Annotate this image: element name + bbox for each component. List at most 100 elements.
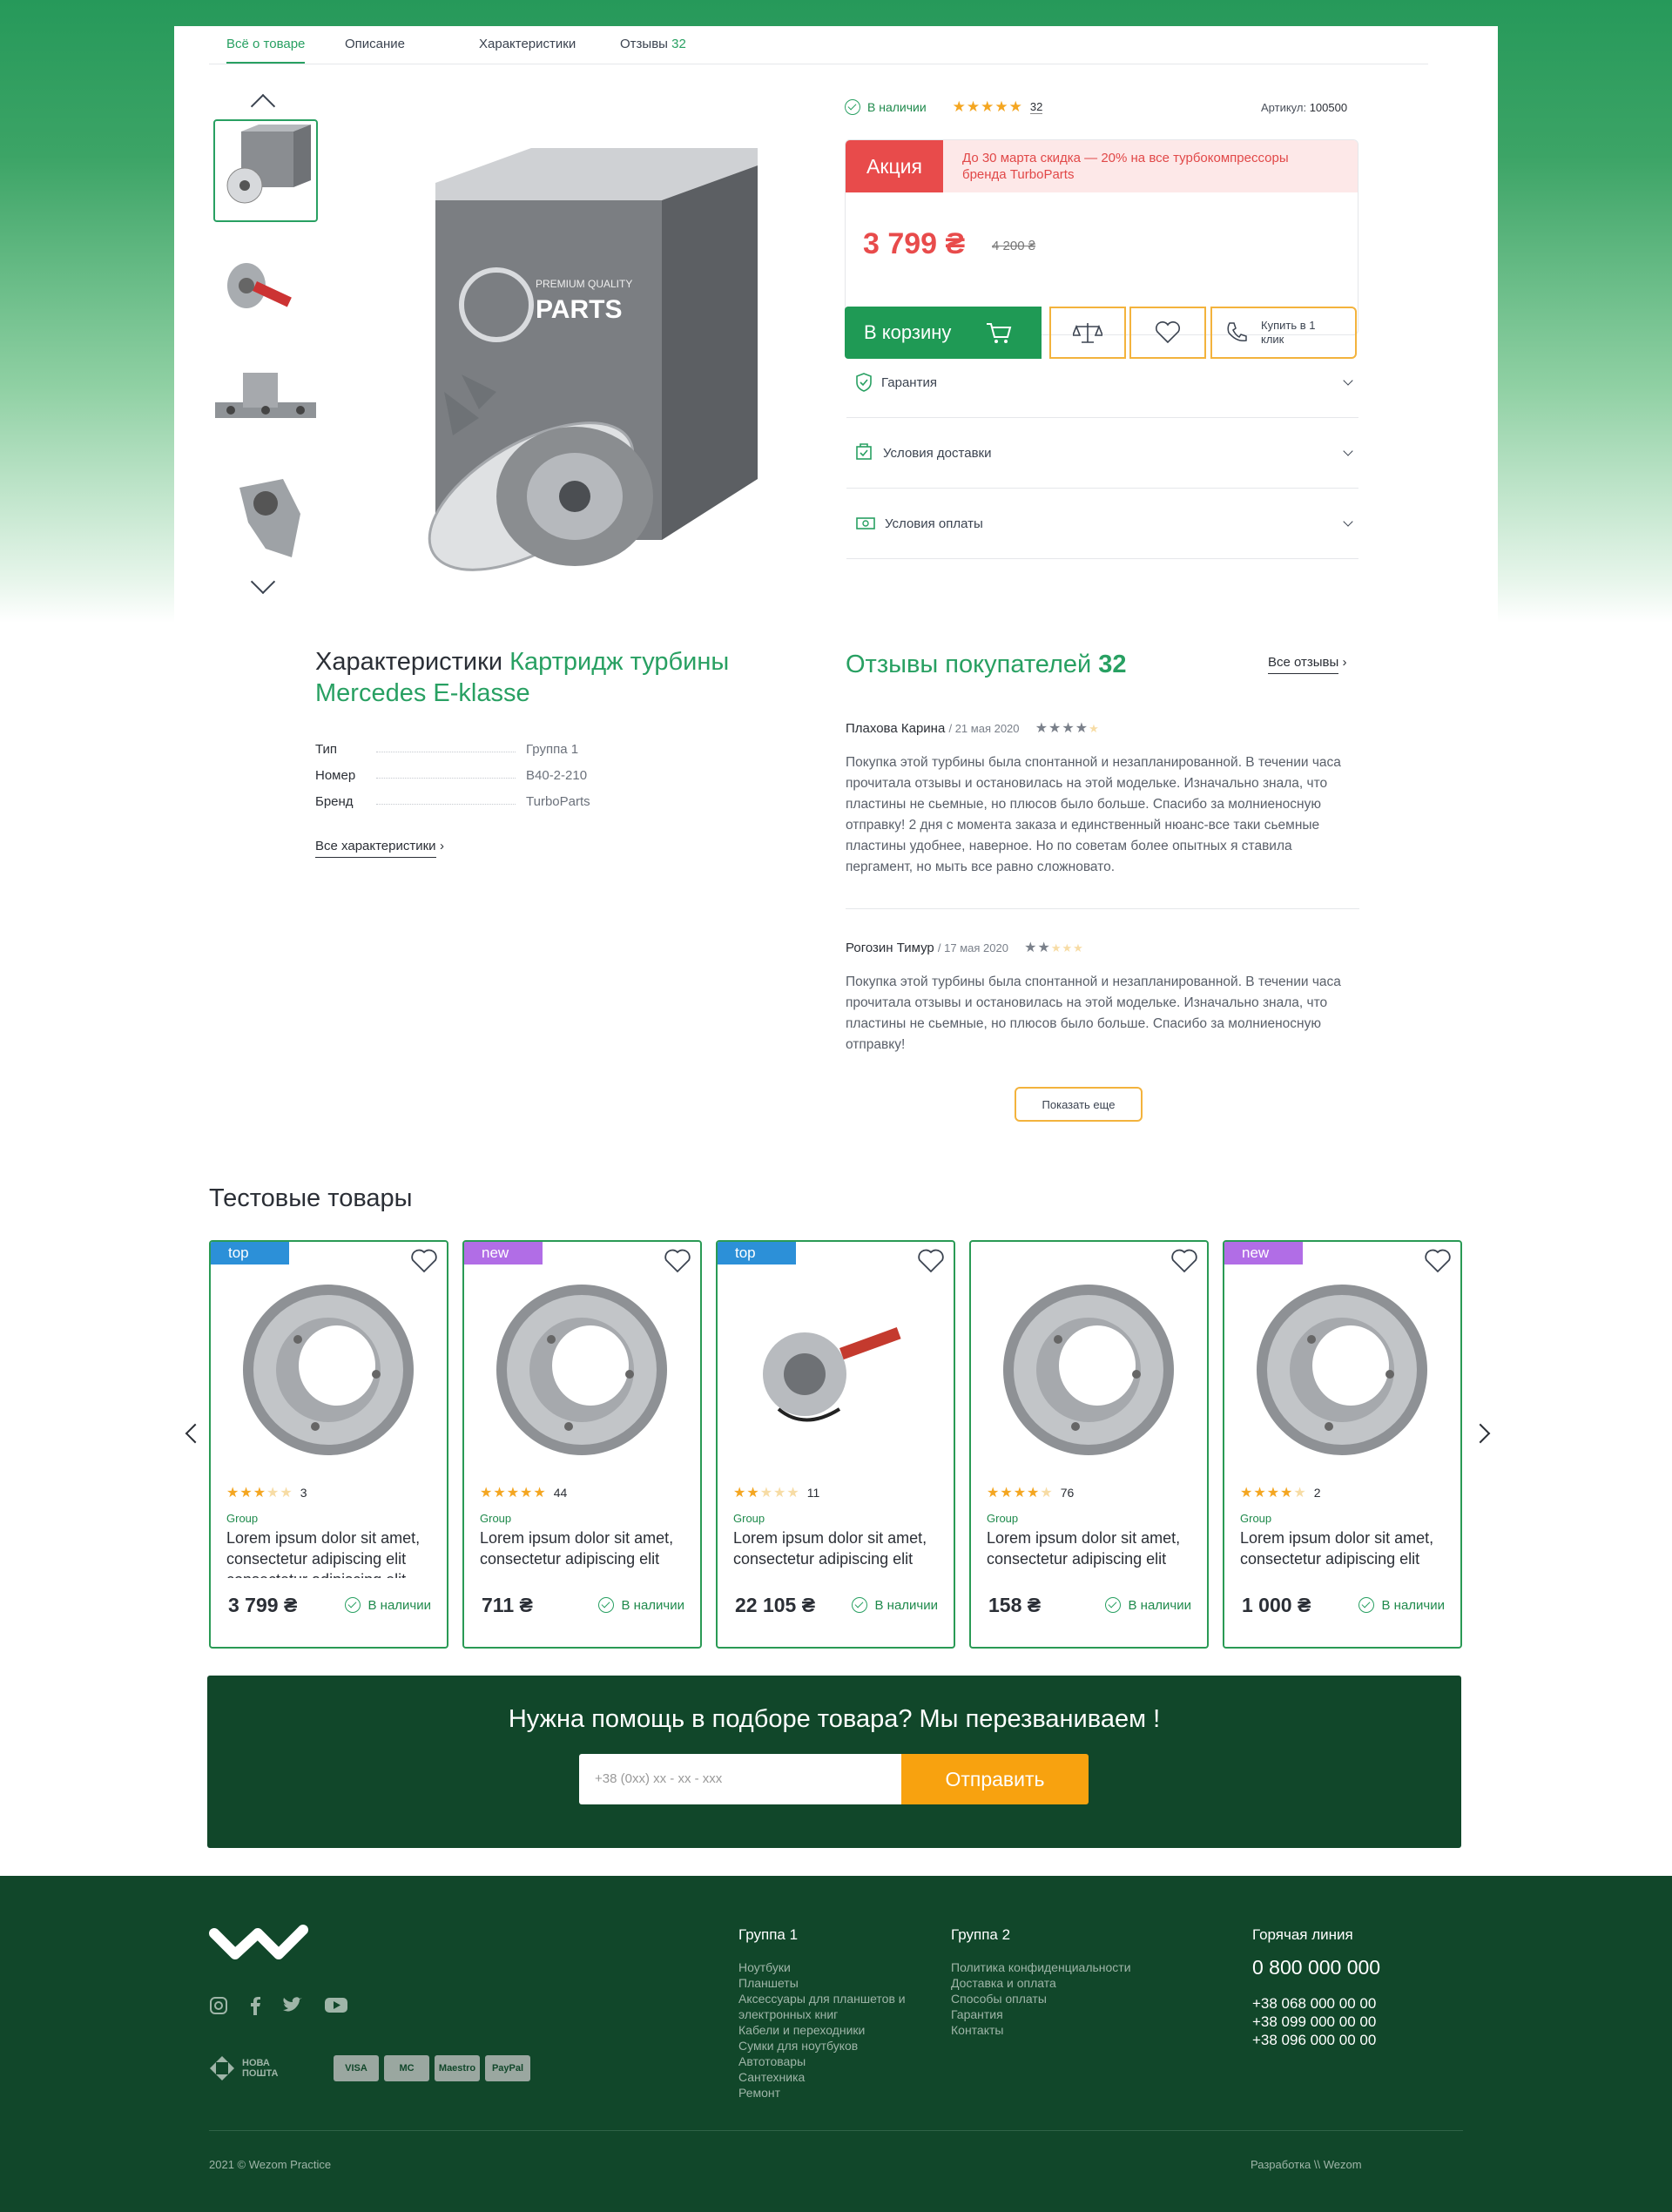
accordion-warranty[interactable]: Гарантия	[846, 347, 1358, 418]
phone-number[interactable]: +38 068 000 00 00	[1252, 1994, 1376, 2013]
product-stock: В наличии	[598, 1597, 684, 1613]
main-product-image[interactable]: PARTS PREMIUM QUALITY	[383, 131, 836, 601]
thumbs-up-arrow[interactable]	[250, 93, 276, 119]
check-circle-icon	[1105, 1597, 1122, 1613]
review-item: Рогозин Тимур / 17 мая 2020 ★★★★★ Покупк…	[846, 941, 1341, 1052]
tab-reviews[interactable]: Отзывы 32	[620, 37, 686, 51]
footer-link[interactable]: Автотовары	[738, 2054, 913, 2069]
footer-link[interactable]: Ремонт	[738, 2085, 913, 2101]
thumbs-down-arrow[interactable]	[250, 569, 276, 595]
youtube-icon[interactable]	[324, 1996, 348, 2013]
tab-all[interactable]: Всё о товаре	[226, 37, 306, 64]
footer-link[interactable]: Способы оплаты	[951, 1991, 1131, 2006]
chevron-down-icon	[1343, 516, 1353, 527]
product-title[interactable]: Lorem ipsum dolor sit amet, consectetur …	[226, 1527, 440, 1578]
accordion-delivery[interactable]: Условия доставки	[846, 418, 1358, 489]
product-group: Group	[987, 1512, 1019, 1525]
maestro-icon: Maestro	[435, 2055, 480, 2081]
wezom-logo-icon[interactable]	[209, 1925, 310, 1963]
developer-link[interactable]: Разработка \\ Wezom	[1251, 2158, 1362, 2171]
facebook-icon[interactable]	[249, 1996, 261, 2015]
chevron-down-icon	[1343, 375, 1353, 386]
heart-icon	[1155, 321, 1181, 344]
footer-link[interactable]: Контакты	[951, 2022, 1131, 2038]
heart-icon[interactable]	[410, 1249, 438, 1273]
instagram-icon[interactable]	[209, 1996, 228, 2015]
footer-link[interactable]: Кабели и переходники	[738, 2022, 913, 2038]
check-circle-icon	[345, 1597, 361, 1613]
twitter-icon[interactable]	[282, 1996, 303, 2013]
product-price: 22 105 ₴	[735, 1594, 816, 1616]
footer-group1-links: Ноутбуки Планшеты Аксессуары для планшет…	[738, 1959, 913, 2101]
old-price: 4 200 ₴	[992, 239, 1036, 253]
spec-row: Бренд TurboParts	[315, 794, 590, 809]
check-circle-icon	[852, 1597, 868, 1613]
phone-list: +38 068 000 00 00 +38 099 000 00 00 +38 …	[1252, 1994, 1376, 2049]
specs-title: Характеристики Картридж турбины Mercedes…	[315, 648, 730, 707]
product-stock: В наличии	[1358, 1597, 1445, 1613]
product-badge: new	[1224, 1242, 1303, 1264]
hotline-title: Горячая линия	[1252, 1926, 1353, 1943]
tab-description[interactable]: Описание	[345, 37, 405, 51]
heart-icon[interactable]	[664, 1249, 691, 1273]
spec-row: Тип Группа 1	[315, 742, 579, 757]
carousel-prev-arrow[interactable]	[185, 1423, 206, 1444]
thumbnail-3[interactable]	[213, 347, 318, 449]
reviews-count-link[interactable]: 32	[1029, 100, 1043, 114]
phone-number[interactable]: +38 099 000 00 00	[1252, 2013, 1376, 2031]
accordion-payment[interactable]: Условия оплаты	[846, 489, 1358, 559]
product-card[interactable]: new ★★★★★ 44 Group Lorem ipsum dolor sit ame…	[462, 1240, 702, 1649]
heart-icon[interactable]	[917, 1249, 945, 1273]
delivery-icon	[856, 443, 872, 460]
footer-link[interactable]: Планшеты	[738, 1975, 913, 1991]
manifold-thumb	[215, 373, 316, 418]
footer-link[interactable]: Доставка и оплата	[951, 1975, 1131, 1991]
product-title[interactable]: Lorem ipsum dolor sit amet, consectetur …	[480, 1527, 693, 1578]
carousel-next-arrow[interactable]	[1470, 1423, 1491, 1444]
thumbnail-4[interactable]	[213, 462, 318, 564]
products-title: Тестовые товары	[209, 1184, 413, 1212]
all-specs-link[interactable]: Все характеристики ›	[315, 839, 444, 858]
mastercard-icon: MC	[384, 2055, 429, 2081]
heart-icon[interactable]	[1170, 1249, 1198, 1273]
product-title[interactable]: Lorem ipsum dolor sit amet, consectetur …	[987, 1527, 1200, 1578]
chevron-down-icon	[1343, 446, 1353, 456]
all-reviews-link[interactable]: Все отзывы ›	[1268, 655, 1346, 674]
review-item: Плахова Карина / 21 мая 2020 ★★★★★ Покуп…	[846, 721, 1341, 874]
product-stock: В наличии	[852, 1597, 938, 1613]
product-card[interactable]: top ★★★★★ 11 Group Lorem ipsum dolor sit ame…	[716, 1240, 955, 1649]
cart-icon	[987, 323, 1012, 343]
rating-stars: ★★★★★	[952, 98, 1023, 115]
product-title[interactable]: Lorem ipsum dolor sit amet, consectetur …	[1240, 1527, 1453, 1578]
hotline-number[interactable]: 0 800 000 000	[1252, 1956, 1380, 1979]
review-divider	[846, 908, 1359, 909]
product-rating: ★★★★★ 11	[733, 1486, 820, 1501]
product-card[interactable]: top ★★★★★ 3 Group Lorem ipsum dolor sit amet…	[209, 1240, 448, 1649]
nova-poshta-logo: НОВА ПОШТА	[209, 2055, 286, 2081]
product-card: Всё о товаре Описание Характеристики Отз…	[174, 26, 1498, 623]
phone-number[interactable]: +38 096 000 00 00	[1252, 2031, 1376, 2049]
phone-input[interactable]: +38 (0xx) xx - xx - xxx	[579, 1754, 901, 1804]
tab-specs[interactable]: Характеристики	[479, 37, 576, 51]
product-badge: new	[464, 1242, 543, 1264]
footer-link[interactable]: Ноутбуки	[738, 1959, 913, 1975]
footer: НОВА ПОШТА VISA MC Maestro PayPal Группа 1 …	[0, 1876, 1672, 2212]
product-card[interactable]: new ★★★★★ 2 Group Lorem ipsum dolor sit amet…	[1223, 1240, 1462, 1649]
thumbnail-1[interactable]	[213, 119, 318, 222]
footer-link[interactable]: Гарантия	[951, 2006, 1131, 2022]
current-price: 3 799 ₴	[863, 227, 966, 260]
product-rating: ★★★★★ 3	[226, 1486, 307, 1501]
check-circle-icon	[598, 1597, 615, 1613]
show-more-button[interactable]: Показать еще	[1015, 1087, 1143, 1122]
footer-link[interactable]: Сумки для ноутбуков	[738, 2038, 913, 2054]
heart-icon[interactable]	[1424, 1249, 1452, 1273]
product-image	[496, 1285, 667, 1455]
product-card[interactable]: ★★★★★ 76 Group Lorem ipsum dolor sit amet, …	[969, 1240, 1209, 1649]
product-group: Group	[733, 1512, 765, 1525]
send-button[interactable]: Отправить	[901, 1754, 1089, 1804]
footer-link[interactable]: Политика конфиденциальности	[951, 1959, 1131, 1975]
footer-link[interactable]: Сантехника	[738, 2069, 913, 2085]
thumbnail-2[interactable]	[213, 233, 318, 336]
footer-link[interactable]: Аксессуары для планшетов и электронных к…	[738, 1991, 913, 2022]
product-title[interactable]: Lorem ipsum dolor sit amet, consectetur …	[733, 1527, 947, 1578]
